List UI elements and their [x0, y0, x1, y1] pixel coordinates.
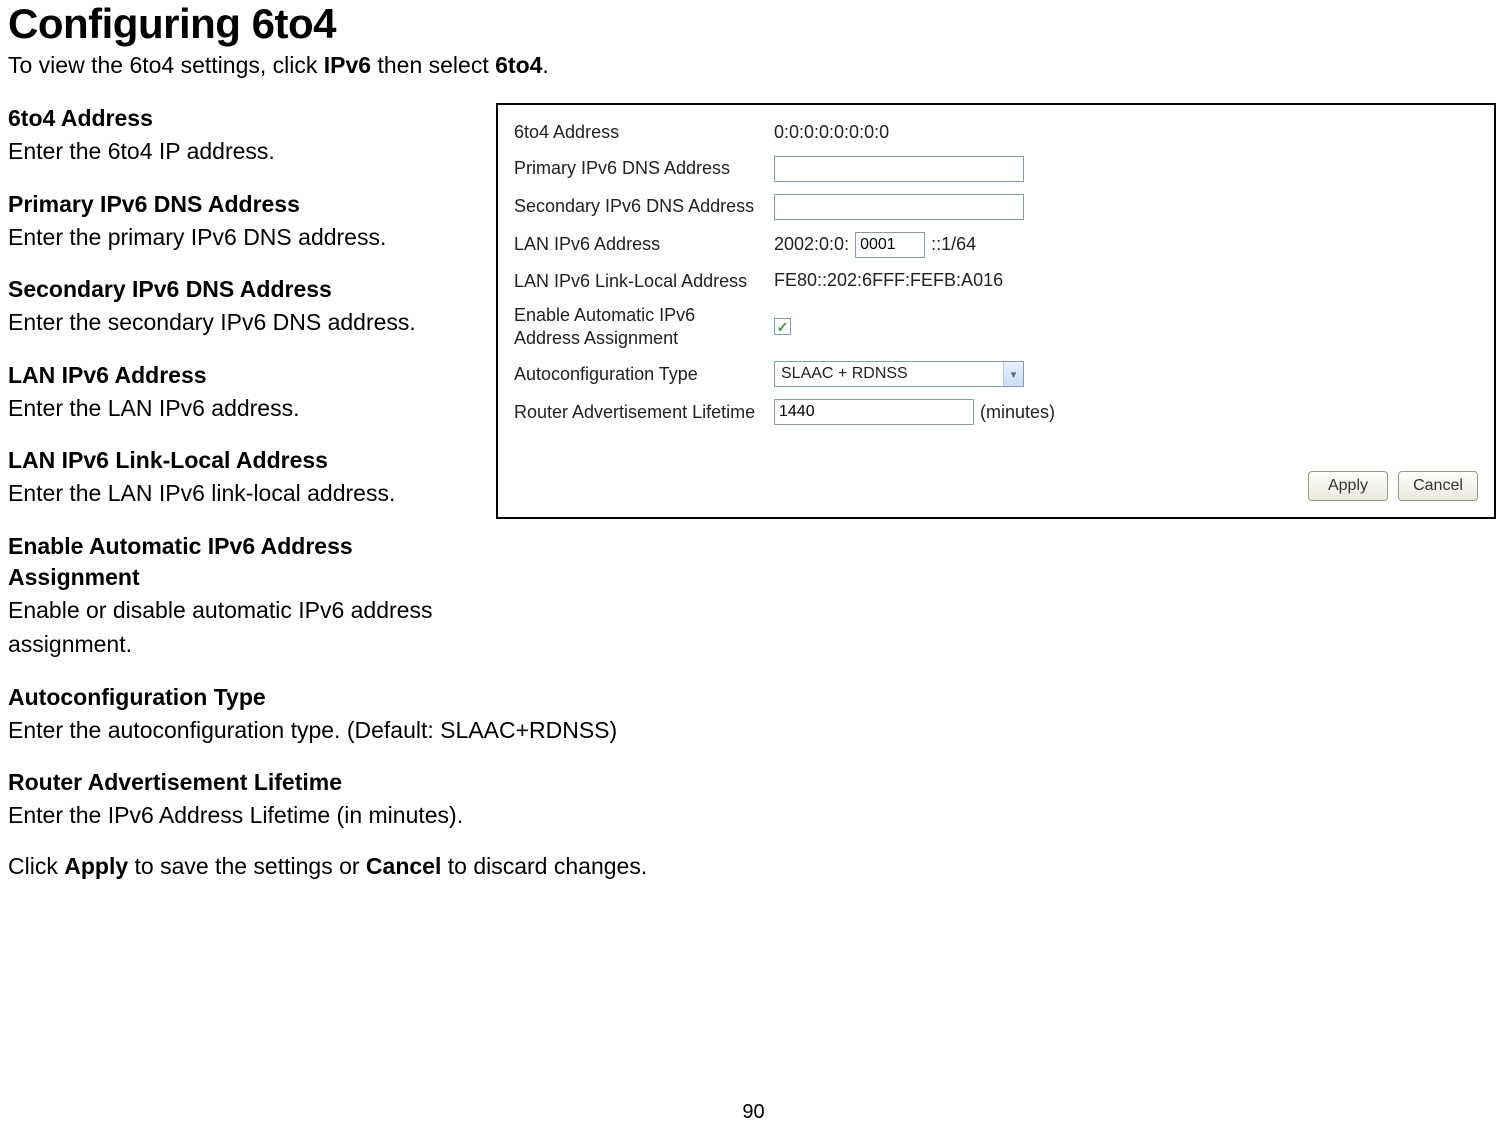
row-secondary-dns: Secondary IPv6 DNS Address	[514, 188, 1478, 226]
settings-panel: 6to4 Address 0:0:0:0:0:0:0:0 Primary IPv…	[496, 103, 1496, 519]
def-term: Autoconfiguration Type	[8, 682, 1499, 713]
label-primary-dns: Primary IPv6 DNS Address	[514, 157, 774, 180]
label-enable-auto: Enable Automatic IPv6 Address Assignment	[514, 304, 774, 349]
definitions-column: 6to4 Address Enter the 6to4 IP address. …	[8, 103, 468, 682]
def-lan-linklocal: LAN IPv6 Link-Local Address Enter the LA…	[8, 445, 468, 511]
def-secondary-dns: Secondary IPv6 DNS Address Enter the sec…	[8, 274, 468, 340]
row-lan-ipv6: LAN IPv6 Address 2002:0:0: ::1/64	[514, 226, 1478, 264]
lan-segment-input[interactable]	[855, 232, 925, 258]
page-number: 90	[0, 1101, 1507, 1124]
def-term: LAN IPv6 Address	[8, 360, 468, 391]
intro-mid: then select	[371, 52, 495, 78]
autoconf-type-select[interactable]: SLAAC + RDNSS ▾	[774, 361, 1024, 387]
intro-post: .	[542, 52, 548, 78]
autoconf-type-value: SLAAC + RDNSS	[781, 365, 908, 383]
def-enable-auto: Enable Automatic IPv6 Address Assignment…	[8, 531, 468, 662]
def-lan-ipv6: LAN IPv6 Address Enter the LAN IPv6 addr…	[8, 360, 468, 426]
def-desc: Enter the autoconfiguration type. (Defau…	[8, 713, 1499, 748]
value-lan-linklocal: FE80::202:6FFF:FEFB:A016	[774, 270, 1003, 291]
page-title: Configuring 6to4	[8, 0, 1499, 48]
intro-pre: To view the 6to4 settings, click	[8, 52, 324, 78]
row-primary-dns: Primary IPv6 DNS Address	[514, 150, 1478, 188]
def-desc: Enter the IPv6 Address Lifetime (in minu…	[8, 798, 1499, 833]
router-adv-input[interactable]	[774, 399, 974, 425]
lan-prefix: 2002:0:0:	[774, 234, 849, 255]
label-lan-linklocal: LAN IPv6 Link-Local Address	[514, 270, 774, 293]
def-term: Router Advertisement Lifetime	[8, 767, 1499, 798]
primary-dns-input[interactable]	[774, 156, 1024, 182]
label-lan-ipv6: LAN IPv6 Address	[514, 233, 774, 256]
cancel-button[interactable]: Cancel	[1398, 471, 1478, 501]
final-mid: to save the settings or	[128, 853, 366, 879]
router-adv-unit: (minutes)	[980, 402, 1055, 423]
chevron-down-icon: ▾	[1003, 362, 1023, 386]
def-primary-dns: Primary IPv6 DNS Address Enter the prima…	[8, 189, 468, 255]
row-lan-linklocal: LAN IPv6 Link-Local Address FE80::202:6F…	[514, 264, 1478, 299]
def-term: 6to4 Address	[8, 103, 468, 134]
final-instruction: Click Apply to save the settings or Canc…	[8, 853, 1499, 880]
final-apply: Apply	[64, 853, 128, 879]
def-term: Secondary IPv6 DNS Address	[8, 274, 468, 305]
def-desc: Enter the LAN IPv6 address.	[8, 391, 468, 426]
enable-auto-checkbox[interactable]: ✓	[774, 318, 791, 335]
panel-footer: Apply Cancel	[514, 431, 1478, 505]
def-desc: Enable or disable automatic IPv6 address…	[8, 593, 468, 662]
def-term: Enable Automatic IPv6 Address Assignment	[8, 531, 468, 593]
def-desc: Enter the LAN IPv6 link-local address.	[8, 476, 468, 511]
def-term: Primary IPv6 DNS Address	[8, 189, 468, 220]
def-desc: Enter the secondary IPv6 DNS address.	[8, 305, 468, 340]
secondary-dns-input[interactable]	[774, 194, 1024, 220]
label-autoconf-type: Autoconfiguration Type	[514, 363, 774, 386]
label-secondary-dns: Secondary IPv6 DNS Address	[514, 195, 774, 218]
label-router-adv: Router Advertisement Lifetime	[514, 401, 774, 424]
row-enable-auto: Enable Automatic IPv6 Address Assignment…	[514, 298, 1478, 355]
def-6to4-address: 6to4 Address Enter the 6to4 IP address.	[8, 103, 468, 169]
row-6to4-address: 6to4 Address 0:0:0:0:0:0:0:0	[514, 115, 1478, 150]
final-cancel: Cancel	[366, 853, 441, 879]
intro-6to4: 6to4	[495, 52, 542, 78]
row-router-adv: Router Advertisement Lifetime (minutes)	[514, 393, 1478, 431]
def-term: LAN IPv6 Link-Local Address	[8, 445, 468, 476]
final-pre: Click	[8, 853, 64, 879]
def-desc: Enter the primary IPv6 DNS address.	[8, 220, 468, 255]
row-autoconf-type: Autoconfiguration Type SLAAC + RDNSS ▾	[514, 355, 1478, 393]
def-desc: Enter the 6to4 IP address.	[8, 134, 468, 169]
def-router-adv: Router Advertisement Lifetime Enter the …	[8, 767, 1499, 833]
final-post: to discard changes.	[441, 853, 647, 879]
def-autoconf-type: Autoconfiguration Type Enter the autocon…	[8, 682, 1499, 748]
intro-text: To view the 6to4 settings, click IPv6 th…	[8, 52, 1499, 79]
value-6to4: 0:0:0:0:0:0:0:0	[774, 122, 889, 143]
apply-button[interactable]: Apply	[1308, 471, 1388, 501]
lan-suffix: ::1/64	[931, 234, 976, 255]
label-6to4: 6to4 Address	[514, 121, 774, 144]
intro-ipv6: IPv6	[324, 52, 371, 78]
